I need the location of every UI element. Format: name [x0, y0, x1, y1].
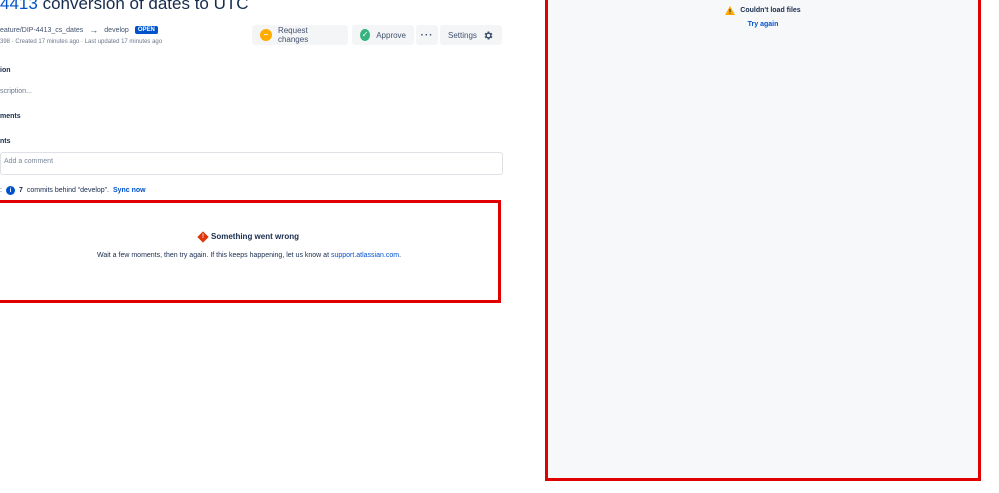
request-changes-icon: – — [260, 29, 272, 41]
commits-behind-text: commits behind “develop”. — [26, 187, 109, 194]
files-error-row: Couldn't load files — [548, 6, 978, 15]
error-icon: ! — [197, 230, 209, 243]
check-circle-icon: ✓ — [360, 29, 371, 41]
pull-request-meta: 398 · Created 17 minutes ago · Last upda… — [0, 39, 163, 45]
error-panel: ! Something went wrong Wait a few moment… — [0, 200, 501, 303]
comments-heading: nts — [0, 138, 11, 145]
files-error-title: Couldn't load files — [740, 7, 801, 14]
arrow-right-icon: → — [89, 25, 99, 35]
description-heading: ion — [0, 67, 11, 74]
approve-button[interactable]: ✓ Approve — [352, 25, 414, 45]
error-message-suffix: . — [399, 252, 402, 259]
warning-icon — [725, 6, 736, 15]
settings-label: Settings — [448, 30, 477, 40]
pull-request-title: 4413 conversion of dates to UTC — [0, 0, 249, 14]
more-actions-button[interactable]: ··· — [416, 25, 438, 45]
status-badge: OPEN — [134, 26, 158, 34]
destination-branch[interactable]: develop — [104, 27, 129, 34]
request-changes-label: Request changes — [277, 26, 309, 44]
pull-request-title-text: conversion of dates to UTC — [42, 0, 249, 13]
gear-icon — [483, 30, 494, 41]
info-icon: i — [5, 186, 15, 195]
sync-notice: : i 7 commits behind “develop”. Sync now — [0, 186, 146, 195]
error-message: Wait a few moments, then try again. If t… — [96, 252, 330, 259]
comment-placeholder: Add a comment — [4, 158, 54, 165]
approve-label: Approve — [376, 30, 406, 40]
pull-request-id-link[interactable]: 4413 — [0, 0, 38, 13]
request-changes-button[interactable]: – Request changes — [252, 25, 348, 45]
support-link[interactable]: support.atlassian.com — [331, 252, 399, 259]
attachments-heading: ments — [0, 113, 21, 120]
sync-now-link[interactable]: Sync now — [113, 187, 146, 194]
commits-behind-count: 7 — [18, 187, 23, 194]
error-message-row: Wait a few moments, then try again. If t… — [0, 252, 498, 259]
try-again-link[interactable]: Try again — [548, 21, 978, 28]
branch-line: eature/DIP-4413_cs_dates → develop OPEN — [0, 25, 158, 35]
error-title-row: ! Something went wrong — [0, 230, 498, 243]
settings-button[interactable]: Settings — [440, 25, 502, 45]
error-title: Something went wrong — [211, 232, 299, 241]
source-branch[interactable]: eature/DIP-4413_cs_dates — [0, 27, 83, 34]
description-placeholder[interactable]: scription... — [0, 88, 32, 95]
files-panel: Couldn't load files Try again — [545, 0, 981, 481]
sync-notice-prefix: : — [0, 187, 2, 194]
comment-input[interactable] — [0, 152, 503, 175]
